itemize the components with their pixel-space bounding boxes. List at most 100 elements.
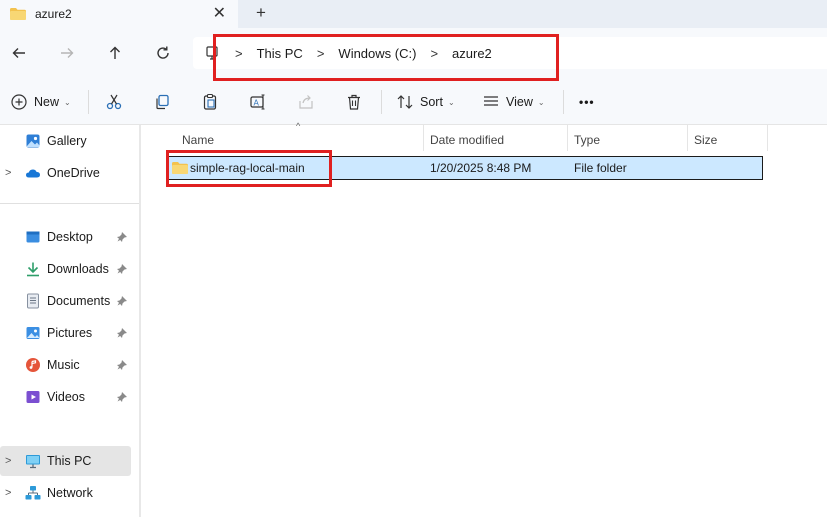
- refresh-button[interactable]: [151, 41, 175, 65]
- chevron-down-icon: ⌄: [447, 97, 455, 107]
- sidebar-item-downloads[interactable]: Downloads: [0, 254, 131, 284]
- sidebar-item-this-pc[interactable]: > This PC: [0, 446, 131, 476]
- tab-title: azure2: [35, 7, 72, 21]
- desktop-icon: [26, 231, 40, 243]
- share-icon: [299, 95, 313, 109]
- arrow-right-icon: [61, 48, 74, 58]
- command-bar: New ⌄ A Sort ⌄ View ⌄ •••: [0, 77, 827, 125]
- column-separator[interactable]: [767, 125, 768, 151]
- column-separator[interactable]: [567, 125, 568, 151]
- arrow-up-icon: [110, 46, 120, 59]
- chevron-right-icon[interactable]: >: [5, 455, 11, 467]
- column-separator[interactable]: [687, 125, 688, 151]
- trash-icon: [348, 94, 360, 110]
- sidebar-item-desktop[interactable]: Desktop: [0, 222, 131, 252]
- new-button[interactable]: New ⌄: [10, 91, 71, 113]
- highlight-box-folder: [166, 150, 332, 187]
- new-label: New: [34, 95, 60, 109]
- column-header-date-modified[interactable]: Date modified: [430, 128, 504, 152]
- sidebar-item-label: Videos: [47, 390, 85, 404]
- view-button[interactable]: View ⌄: [482, 91, 545, 113]
- rename-icon: A: [250, 94, 265, 110]
- cloud-icon: [26, 169, 40, 178]
- plus-circle-icon: [11, 94, 27, 110]
- forward-button[interactable]: [55, 41, 79, 65]
- chevron-right-icon[interactable]: >: [5, 487, 11, 499]
- view-label: View: [506, 95, 533, 109]
- videos-icon: [26, 391, 40, 403]
- rename-button[interactable]: A: [249, 91, 267, 113]
- copy-icon: [156, 94, 169, 110]
- arrow-left-icon: [12, 48, 25, 58]
- pin-icon[interactable]: [117, 296, 127, 306]
- sidebar-scrollbar[interactable]: [139, 125, 141, 517]
- pin-icon[interactable]: [117, 264, 127, 274]
- sort-label: Sort: [420, 95, 443, 109]
- navigation-pane: Gallery > OneDrive Desktop Downloads Doc…: [0, 125, 140, 517]
- sidebar-item-gallery[interactable]: Gallery: [0, 126, 131, 156]
- sort-icon: [397, 95, 413, 109]
- sidebar-item-network[interactable]: > Network: [0, 478, 131, 508]
- tab-azure2[interactable]: azure2 ✕: [0, 0, 238, 28]
- sort-button[interactable]: Sort ⌄: [396, 91, 455, 113]
- file-date-modified: 1/20/2025 8:48 PM: [430, 161, 532, 175]
- column-separator[interactable]: [423, 125, 424, 151]
- sidebar-item-onedrive[interactable]: > OneDrive: [0, 158, 131, 188]
- close-tab-button[interactable]: ✕: [213, 6, 226, 22]
- sidebar-item-label: Documents: [47, 294, 111, 308]
- toolbar-divider: [563, 90, 564, 114]
- sidebar-item-pictures[interactable]: Pictures: [0, 318, 131, 348]
- svg-text:A: A: [254, 98, 260, 107]
- sidebar-item-label: Gallery: [47, 134, 87, 148]
- scissors-icon: [106, 94, 122, 110]
- toolbar-divider: [381, 90, 382, 114]
- column-header-type[interactable]: Type: [574, 128, 600, 152]
- sidebar-divider: [0, 203, 140, 204]
- gallery-icon: [26, 134, 40, 148]
- pin-icon[interactable]: [117, 328, 127, 338]
- refresh-icon: [157, 46, 169, 59]
- folder-icon: [10, 8, 26, 20]
- sidebar-item-documents[interactable]: Documents: [0, 286, 131, 316]
- sidebar-item-label: Network: [47, 486, 93, 500]
- pin-icon[interactable]: [117, 392, 127, 402]
- sidebar-item-videos[interactable]: Videos: [0, 382, 131, 412]
- column-header-size[interactable]: Size: [694, 128, 717, 152]
- network-icon: [25, 486, 41, 500]
- sidebar-item-label: Downloads: [47, 262, 109, 276]
- toolbar-divider: [88, 90, 89, 114]
- back-button[interactable]: [7, 41, 31, 65]
- pc-icon: [26, 455, 40, 469]
- delete-button[interactable]: [345, 91, 363, 113]
- highlight-box-breadcrumb: [213, 34, 559, 81]
- sidebar-item-label: Desktop: [47, 230, 93, 244]
- pin-icon[interactable]: [117, 232, 127, 242]
- chevron-down-icon: ⌄: [537, 97, 545, 107]
- documents-icon: [27, 293, 39, 309]
- up-button[interactable]: [103, 41, 127, 65]
- share-button[interactable]: [297, 91, 315, 113]
- pictures-icon: [26, 327, 40, 339]
- new-tab-button[interactable]: +: [256, 3, 266, 23]
- tab-bar: azure2 ✕ +: [0, 0, 827, 28]
- sidebar-item-music[interactable]: Music: [0, 350, 131, 380]
- sort-ascending-icon: ^: [296, 121, 301, 131]
- paste-button[interactable]: [201, 91, 219, 113]
- sidebar-item-label: Pictures: [47, 326, 93, 340]
- more-dots-icon: •••: [579, 95, 595, 109]
- file-type: File folder: [574, 161, 627, 175]
- view-list-icon: [484, 96, 498, 106]
- download-icon: [27, 262, 39, 277]
- sidebar-item-label: This PC: [47, 454, 92, 468]
- clipboard-icon: [203, 93, 217, 110]
- chevron-down-icon: ⌄: [64, 97, 71, 107]
- music-icon: [26, 358, 40, 372]
- copy-button[interactable]: [153, 91, 171, 113]
- pin-icon[interactable]: [117, 360, 127, 370]
- sidebar-item-label: OneDrive: [47, 166, 100, 180]
- column-header-name[interactable]: Name: [182, 128, 214, 152]
- chevron-right-icon[interactable]: >: [5, 167, 11, 179]
- sidebar-item-label: Music: [47, 358, 80, 372]
- more-options-button[interactable]: •••: [579, 91, 595, 113]
- cut-button[interactable]: [105, 91, 123, 113]
